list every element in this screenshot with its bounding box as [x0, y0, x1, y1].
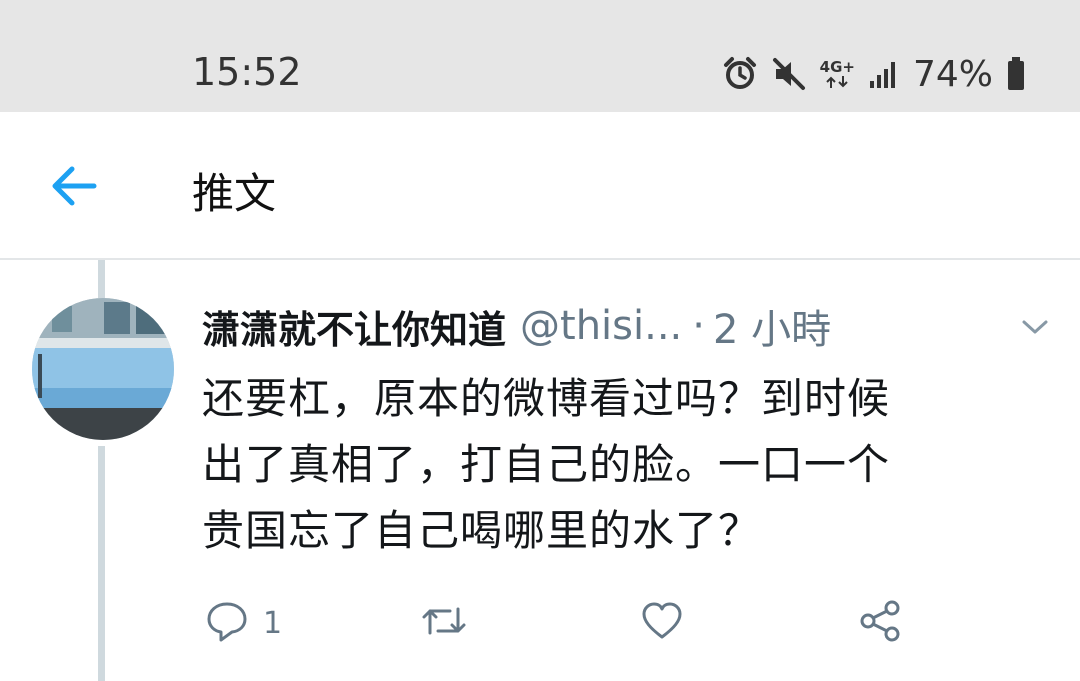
page-title: 推文 — [192, 169, 277, 218]
tweet-header: 潇潇就不让你知道 @thisi... · 2 小時 — [202, 296, 1042, 356]
like-button[interactable] — [640, 598, 684, 648]
top-app-bar: 推文 — [0, 112, 1080, 260]
separator-dot: · — [692, 303, 705, 349]
share-button[interactable] — [858, 598, 902, 648]
tweet-text-line: 贵国忘了自己喝哪里的水了？ — [202, 506, 762, 555]
share-icon — [858, 599, 902, 647]
status-time: 15:52 — [192, 50, 302, 94]
thread-line-top — [98, 260, 105, 298]
battery-percent: 74% — [912, 53, 993, 95]
tweet-actions: 1 — [0, 598, 1080, 648]
alarm-icon — [722, 56, 758, 92]
chevron-down-icon — [1018, 320, 1052, 346]
network-4g-icon: 4G+ — [820, 59, 855, 89]
reply-count: 1 — [263, 605, 283, 641]
tweet-text-line: 还要杠，原本的微博看过吗？到时候 — [202, 374, 891, 423]
status-icons: 4G+ 74% — [722, 52, 1025, 96]
reply-icon — [205, 599, 249, 647]
back-button[interactable] — [50, 164, 100, 208]
more-options-button[interactable] — [1018, 312, 1052, 342]
tweet-timestamp[interactable]: 2 小時 — [713, 297, 831, 355]
mute-icon — [772, 57, 806, 91]
signal-icon — [869, 59, 899, 89]
back-arrow-icon — [50, 166, 100, 212]
reply-button[interactable]: 1 — [205, 598, 282, 648]
tweet-text-line: 出了真相了，打自己的脸。一口一个 — [202, 440, 891, 489]
retweet-button[interactable] — [420, 598, 468, 648]
user-handle[interactable]: @thisi... — [520, 303, 682, 349]
retweet-icon — [420, 599, 468, 647]
heart-icon — [640, 599, 684, 647]
battery-icon — [1007, 57, 1025, 91]
avatar[interactable] — [32, 298, 174, 440]
display-name[interactable]: 潇潇就不让你知道 — [202, 299, 506, 354]
tweet-text: 还要杠，原本的微博看过吗？到时候 出了真相了，打自己的脸。一口一个 贵国忘了自己… — [202, 366, 1032, 564]
status-bar: 15:52 4G+ 74% — [0, 0, 1080, 112]
